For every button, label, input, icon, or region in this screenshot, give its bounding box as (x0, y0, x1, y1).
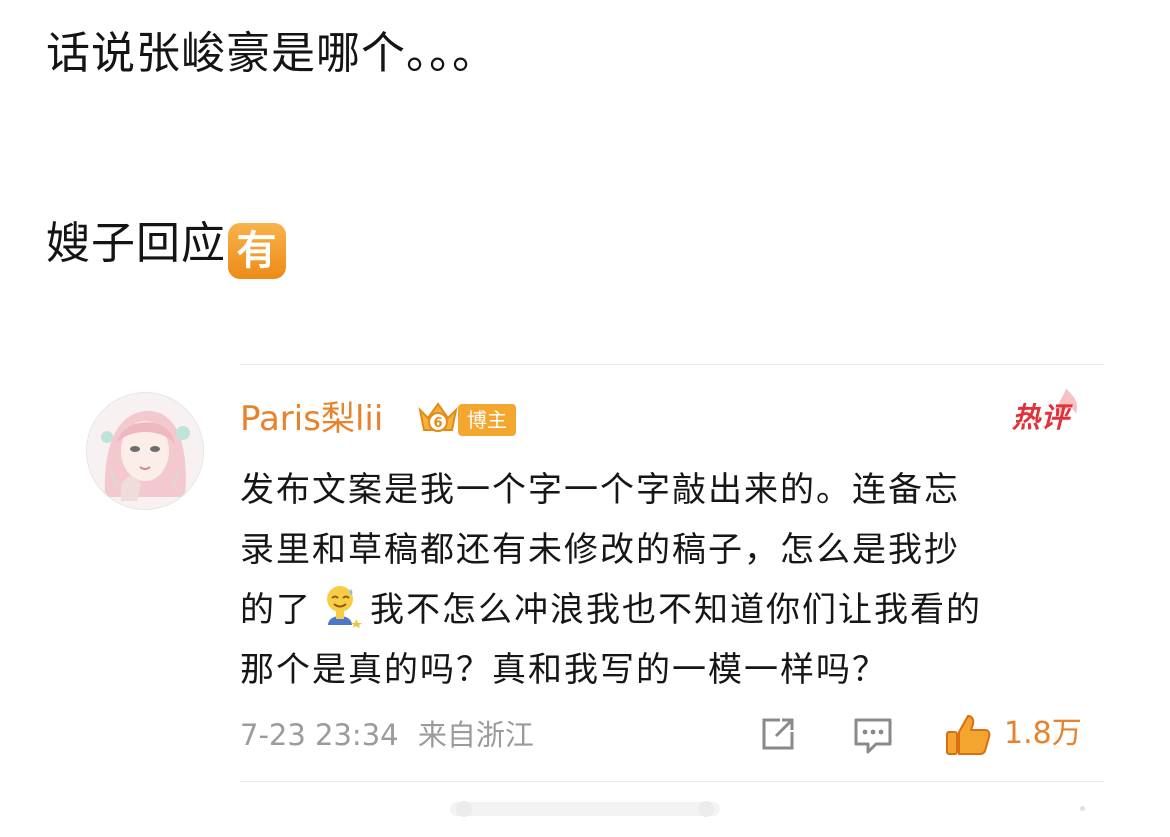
post-text-line-2-label: 嫂子回应 (46, 218, 226, 269)
comment-username[interactable]: Paris梨lii (240, 395, 383, 443)
you-emoji-badge: 有 (228, 223, 286, 279)
share-button[interactable] (756, 712, 800, 758)
comment-line-2: 录里和草稿都还有未修改的稿子，怎么是我抄 (240, 530, 960, 570)
level-number: 6 (433, 416, 442, 431)
comment-timestamp: 7-23 23:34 (240, 718, 399, 752)
decorative-dot (1080, 806, 1085, 811)
sweat-smile-emoji-icon (318, 581, 366, 629)
post-text-line-1: 话说张峻豪是哪个。。。 (46, 28, 497, 79)
comment-line-4: 那个是真的吗？真和我写的一模一样吗？ (240, 650, 888, 690)
faded-watermark (450, 801, 720, 817)
thumbs-up-icon (946, 715, 991, 755)
comment-line-3: 的了 我不怎么冲浪我也不知道你们让我看的 (240, 580, 1120, 640)
avatar[interactable] (86, 392, 204, 510)
comment-location: 来自浙江 (417, 718, 534, 752)
comment-bottom-divider (240, 781, 1104, 782)
crown-icon: 6 (418, 402, 458, 432)
share-icon (762, 718, 794, 750)
hot-comment-tag: 热评 (1012, 401, 1071, 434)
like-count: 1.8万 (1004, 716, 1082, 751)
comment-top-divider (240, 364, 1104, 365)
like-button[interactable]: 1.8万 (944, 712, 1094, 758)
blogger-badge: 博主 (458, 404, 516, 436)
comment-button[interactable] (850, 712, 896, 758)
comment-icon (854, 718, 892, 754)
comment-line-3a: 的了 (240, 590, 312, 630)
comment-meta: 7-23 23:34 来自浙江 (240, 714, 534, 756)
comment-line-3b: 我不怎么冲浪我也不知道你们让我看的 (370, 590, 982, 630)
comment-line-1: 发布文案是我一个字一个字敲出来的。连备忘 (240, 470, 960, 510)
post-text-line-2: 嫂子回应有 (46, 216, 286, 279)
comment-body: 发布文案是我一个字一个字敲出来的。连备忘 录里和草稿都还有未修改的稿子，怎么是我… (240, 460, 1120, 700)
